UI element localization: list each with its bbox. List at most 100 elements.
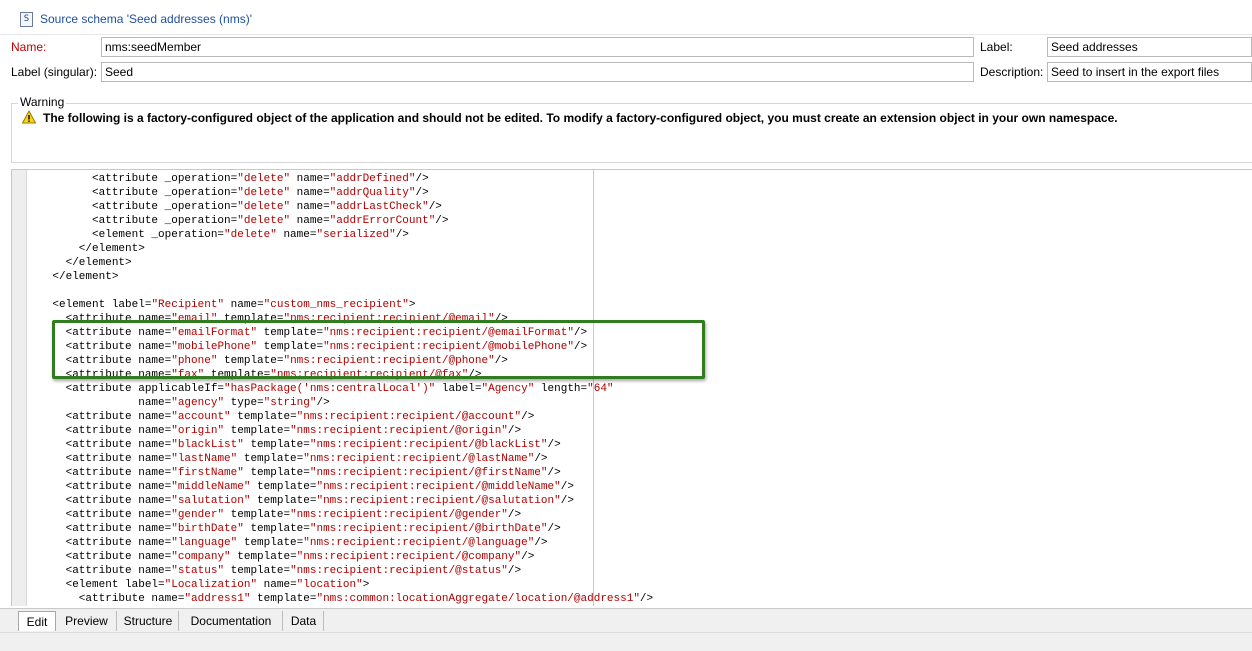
code-token: /> bbox=[547, 523, 561, 535]
code-token: <attribute bbox=[26, 201, 165, 213]
code-line: <attribute name="firstName" template="nm… bbox=[26, 466, 653, 480]
code-token: "serialized" bbox=[316, 229, 396, 241]
code-token: <attribute bbox=[26, 467, 139, 479]
code-line: <attribute name="gender" template="nms:r… bbox=[26, 508, 653, 522]
code-token: template= bbox=[250, 593, 317, 605]
code-token: /> bbox=[547, 467, 561, 479]
code-token: "delete" bbox=[237, 215, 291, 227]
code-token: name= bbox=[138, 523, 172, 535]
code-token: /> bbox=[507, 509, 522, 521]
tab-preview[interactable]: Preview bbox=[57, 611, 117, 631]
code-token: template= bbox=[237, 537, 304, 549]
code-token: name= bbox=[138, 509, 172, 521]
code-token: <attribute bbox=[26, 425, 139, 437]
code-token: </element> bbox=[26, 243, 145, 255]
code-token: "nms:recipient:recipient/@status" bbox=[290, 565, 508, 577]
warning-legend: Warning bbox=[18, 95, 67, 109]
code-line: <attribute _operation="delete" name="add… bbox=[26, 200, 653, 214]
code-token: "nms:recipient:recipient/@company" bbox=[296, 551, 522, 563]
code-line: <attribute name="language" template="nms… bbox=[26, 536, 653, 550]
code-token: template= bbox=[237, 453, 304, 465]
warning-message: The following is a factory-configured ob… bbox=[43, 111, 1118, 125]
code-token: "gender" bbox=[171, 509, 225, 521]
code-token: <attribute bbox=[26, 565, 139, 577]
code-token: template= bbox=[224, 425, 291, 437]
xml-code[interactable]: <attribute _operation="delete" name="add… bbox=[26, 172, 653, 606]
xml-source-editor[interactable]: <attribute _operation="delete" name="add… bbox=[11, 169, 1252, 606]
code-token: /> bbox=[428, 201, 442, 213]
code-token: label= bbox=[125, 579, 165, 591]
code-token: template= bbox=[250, 495, 317, 507]
code-token: "addrDefined" bbox=[329, 173, 416, 185]
tab-data[interactable]: Data bbox=[284, 611, 324, 631]
code-line: <attribute name="address1" template="nms… bbox=[26, 592, 653, 606]
code-token: "company" bbox=[171, 551, 231, 563]
code-token: "nms:recipient:recipient/@blackList" bbox=[309, 439, 548, 451]
code-token: /> bbox=[534, 453, 548, 465]
code-line: <attribute _operation="delete" name="add… bbox=[26, 172, 653, 186]
code-token: "Recipient" bbox=[151, 299, 225, 311]
code-token: template= bbox=[224, 509, 291, 521]
code-token: "status" bbox=[171, 565, 225, 577]
code-token: name= bbox=[138, 481, 172, 493]
code-line: <element _operation="delete" name="seria… bbox=[26, 228, 653, 242]
code-token: "64" bbox=[587, 383, 614, 395]
code-token: "lastName" bbox=[171, 453, 238, 465]
code-token: _operation= bbox=[164, 187, 238, 199]
code-line: name="agency" type="string"/> bbox=[26, 396, 653, 410]
singular-label-field[interactable] bbox=[101, 62, 974, 82]
label-label: Label: bbox=[980, 40, 1013, 54]
code-token: applicableIf= bbox=[138, 383, 225, 395]
code-line: <attribute name="company" template="nms:… bbox=[26, 550, 653, 564]
code-token: template= bbox=[224, 565, 291, 577]
code-line: <attribute name="lastName" template="nms… bbox=[26, 452, 653, 466]
code-token: label= bbox=[111, 299, 152, 311]
description-field[interactable] bbox=[1047, 62, 1252, 82]
code-token: _operation= bbox=[164, 173, 238, 185]
description-label: Description: bbox=[980, 65, 1044, 79]
singular-label: Label (singular): bbox=[11, 65, 98, 79]
code-token: /> bbox=[534, 537, 548, 549]
tab-documentation[interactable]: Documentation bbox=[180, 611, 283, 631]
code-token: "origin" bbox=[171, 425, 225, 437]
code-token: template= bbox=[230, 551, 297, 563]
code-token: /> bbox=[560, 495, 574, 507]
code-token: <attribute bbox=[26, 173, 165, 185]
code-token: length= bbox=[534, 383, 588, 395]
code-token: _operation= bbox=[151, 229, 225, 241]
code-token: </element> bbox=[26, 271, 119, 283]
code-token: template= bbox=[243, 467, 310, 479]
label-field[interactable] bbox=[1047, 37, 1252, 57]
code-token: "delete" bbox=[224, 229, 277, 241]
code-token: <attribute bbox=[26, 593, 152, 605]
code-token: "nms:recipient:recipient/@account" bbox=[296, 411, 522, 423]
tab-structure[interactable]: Structure bbox=[118, 611, 179, 631]
name-field[interactable] bbox=[101, 37, 974, 57]
code-token: name= bbox=[257, 579, 297, 591]
code-token: <attribute bbox=[26, 523, 139, 535]
code-token: label= bbox=[435, 383, 482, 395]
code-token: name= bbox=[138, 551, 172, 563]
window-title: Source schema 'Seed addresses (nms)' bbox=[40, 12, 253, 26]
code-line: <attribute _operation="delete" name="add… bbox=[26, 186, 653, 200]
code-token: "nms:recipient:recipient/@lastName" bbox=[303, 453, 535, 465]
code-line: <attribute _operation="delete" name="add… bbox=[26, 214, 653, 228]
code-token: name= bbox=[224, 299, 264, 311]
code-token: <attribute bbox=[26, 411, 139, 423]
code-token: template= bbox=[250, 481, 317, 493]
tab-edit[interactable]: Edit bbox=[18, 611, 56, 631]
code-token: name= bbox=[138, 439, 172, 451]
code-token: name= bbox=[276, 229, 317, 241]
code-token: template= bbox=[243, 439, 310, 451]
code-token: "agency" bbox=[171, 397, 225, 409]
code-line: <attribute name="status" template="nms:r… bbox=[26, 564, 653, 578]
code-token: name= bbox=[138, 467, 172, 479]
code-line: <attribute name="blackList" template="nm… bbox=[26, 438, 653, 452]
code-token: /> bbox=[435, 215, 449, 227]
code-token: name= bbox=[138, 397, 172, 409]
code-line: </element> bbox=[26, 256, 653, 270]
code-token: "addrErrorCount" bbox=[329, 215, 436, 227]
code-line: <attribute applicableIf="hasPackage('nms… bbox=[26, 382, 653, 396]
code-token: /> bbox=[507, 565, 522, 577]
code-token: "custom_nms_recipient" bbox=[263, 299, 409, 311]
